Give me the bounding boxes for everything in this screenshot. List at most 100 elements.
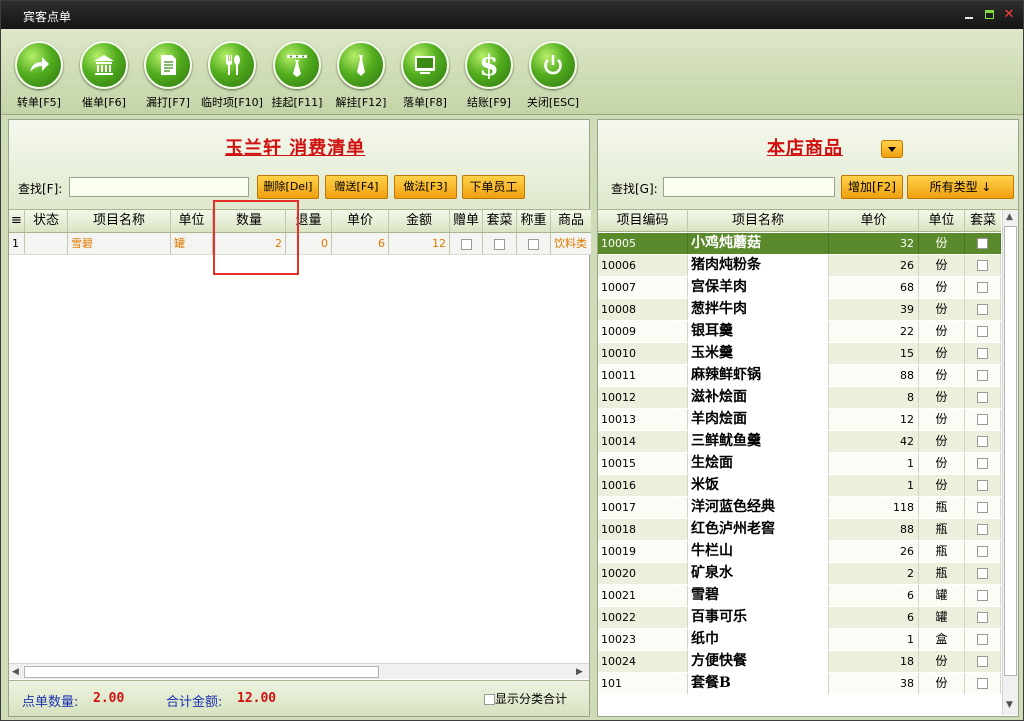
order-row[interactable]: 1 雪碧 罐 2 0 6 12 饮料类 xyxy=(9,233,591,255)
product-combo-cell xyxy=(965,497,1001,518)
place-order-button[interactable]: 落单[F8] xyxy=(393,41,457,110)
product-row[interactable]: 10021 雪碧 6 罐 xyxy=(598,585,1001,607)
product-row[interactable]: 10012 滋补烩面 8 份 xyxy=(598,387,1001,409)
product-combo-checkbox[interactable] xyxy=(977,590,988,601)
product-row[interactable]: 10015 生烩面 1 份 xyxy=(598,453,1001,475)
product-combo-cell xyxy=(965,651,1001,672)
col-product-name[interactable]: 项目名称 xyxy=(688,210,829,231)
staff-button[interactable]: 下单员工 xyxy=(462,175,525,199)
product-row[interactable]: 10017 洋河蓝色经典 118 瓶 xyxy=(598,497,1001,519)
product-code: 10021 xyxy=(598,585,688,606)
product-row[interactable]: 10020 矿泉水 2 瓶 xyxy=(598,563,1001,585)
scroll-left-icon[interactable]: ◀ xyxy=(12,667,19,677)
show-category-total-toggle[interactable]: 显示分类合计 xyxy=(484,690,567,707)
product-row[interactable]: 10022 百事可乐 6 罐 xyxy=(598,607,1001,629)
product-row[interactable]: 10008 葱拌牛肉 39 份 xyxy=(598,299,1001,321)
product-combo-checkbox[interactable] xyxy=(977,436,988,447)
col-price[interactable]: 单价 xyxy=(332,210,389,232)
product-combo-checkbox[interactable] xyxy=(977,546,988,557)
product-row[interactable]: 10010 玉米羹 15 份 xyxy=(598,343,1001,365)
product-combo-checkbox[interactable] xyxy=(977,480,988,491)
product-name: 百事可乐 xyxy=(688,607,829,628)
gift-button[interactable]: 赠送[F4] xyxy=(325,175,388,199)
delete-button[interactable]: 删除[Del] xyxy=(257,175,319,199)
product-row[interactable]: 10011 麻辣鲜虾锅 88 份 xyxy=(598,365,1001,387)
maximize-icon[interactable] xyxy=(984,9,996,21)
product-combo-checkbox[interactable] xyxy=(977,282,988,293)
scroll-up-icon[interactable]: ▲ xyxy=(1006,212,1013,222)
product-vscroll-thumb[interactable] xyxy=(1004,226,1017,676)
checkout-button[interactable]: $ 结账[F9] xyxy=(457,41,521,110)
product-combo-checkbox[interactable] xyxy=(977,370,988,381)
product-row[interactable]: 10007 宫保羊肉 68 份 xyxy=(598,277,1001,299)
transfer-button[interactable]: 转单[F5] xyxy=(7,41,71,110)
product-combo-checkbox[interactable] xyxy=(977,414,988,425)
method-button[interactable]: 做法[F3] xyxy=(394,175,457,199)
col-code[interactable]: 项目编码 xyxy=(598,210,688,231)
minimize-icon[interactable] xyxy=(963,9,975,21)
gift-checkbox[interactable] xyxy=(460,238,472,250)
col-gift[interactable]: 赠单 xyxy=(450,210,483,232)
product-name: 红色泸州老窖 xyxy=(688,519,829,540)
product-search-input[interactable] xyxy=(663,177,835,197)
missed-print-button[interactable]: 漏打[F7] xyxy=(136,41,200,110)
col-amount[interactable]: 金额 xyxy=(389,210,450,232)
order-hscrollbar[interactable]: ◀ ▶ xyxy=(9,663,589,679)
weigh-checkbox[interactable] xyxy=(528,238,539,250)
show-category-checkbox[interactable] xyxy=(484,694,495,705)
product-vscrollbar[interactable]: ▲ ▼ xyxy=(1002,210,1018,715)
temp-item-button[interactable]: 临时项[F10] xyxy=(200,41,264,110)
chevron-down-icon[interactable] xyxy=(881,140,903,158)
product-combo-checkbox[interactable] xyxy=(977,304,988,315)
power-icon xyxy=(529,41,577,89)
product-row[interactable]: 10024 方便快餐 18 份 xyxy=(598,651,1001,673)
product-combo-checkbox[interactable] xyxy=(977,260,988,271)
add-product-button[interactable]: 增加[F2] xyxy=(841,175,903,199)
product-row[interactable]: 10014 三鲜鱿鱼羹 42 份 xyxy=(598,431,1001,453)
col-status[interactable]: 状态 xyxy=(25,210,68,232)
combo-checkbox[interactable] xyxy=(494,238,505,250)
col-weigh[interactable]: 称重 xyxy=(517,210,551,232)
product-row[interactable]: 10006 猪肉炖粉条 26 份 xyxy=(598,255,1001,277)
product-combo-checkbox[interactable] xyxy=(977,524,988,535)
product-combo-checkbox[interactable] xyxy=(977,348,988,359)
hang-button[interactable]: 挂起[F11] xyxy=(265,41,329,110)
product-combo-checkbox[interactable] xyxy=(977,656,988,667)
order-hscroll-thumb[interactable] xyxy=(24,666,379,678)
product-unit: 份 xyxy=(919,409,965,430)
close-button[interactable]: 关闭[ESC] xyxy=(521,41,585,110)
product-row[interactable]: 10023 纸巾 1 盒 xyxy=(598,629,1001,651)
product-row[interactable]: 10013 羊肉烩面 12 份 xyxy=(598,409,1001,431)
col-index[interactable]: ≡ xyxy=(9,210,25,232)
product-combo-checkbox[interactable] xyxy=(977,612,988,623)
product-row[interactable]: 10009 银耳羹 22 份 xyxy=(598,321,1001,343)
product-combo-checkbox[interactable] xyxy=(977,678,988,689)
col-product-unit[interactable]: 单位 xyxy=(919,210,965,231)
close-icon[interactable]: ✕ xyxy=(1003,8,1015,21)
product-combo-checkbox[interactable] xyxy=(977,568,988,579)
col-product-price[interactable]: 单价 xyxy=(829,210,919,231)
product-combo-checkbox[interactable] xyxy=(977,392,988,403)
scroll-down-icon[interactable]: ▼ xyxy=(1006,700,1013,710)
product-combo-checkbox[interactable] xyxy=(977,634,988,645)
scroll-right-icon[interactable]: ▶ xyxy=(576,667,583,677)
col-name[interactable]: 项目名称 xyxy=(68,210,171,232)
product-combo-checkbox[interactable] xyxy=(977,458,988,469)
unhang-button[interactable]: 解挂[F12] xyxy=(329,41,393,110)
product-row-selected[interactable]: 10005 小鸡炖蘑菇 32 份 xyxy=(598,233,1001,255)
total-label: 合计金额: xyxy=(166,695,223,710)
col-combo[interactable]: 套菜 xyxy=(483,210,517,232)
col-unit[interactable]: 单位 xyxy=(171,210,213,232)
col-product-combo[interactable]: 套菜 xyxy=(965,210,1001,231)
product-combo-checkbox[interactable] xyxy=(977,238,988,249)
product-row[interactable]: 10016 米饭 1 份 xyxy=(598,475,1001,497)
col-category[interactable]: 商品 xyxy=(551,210,591,232)
product-row[interactable]: 10018 红色泸州老窖 88 瓶 xyxy=(598,519,1001,541)
product-row[interactable]: 101 套餐B 38 份 xyxy=(598,673,1001,695)
product-row[interactable]: 10019 牛栏山 26 瓶 xyxy=(598,541,1001,563)
type-filter-button[interactable]: 所有类型 ↓ xyxy=(907,175,1014,199)
order-search-input[interactable] xyxy=(69,177,249,197)
product-combo-checkbox[interactable] xyxy=(977,326,988,337)
product-combo-checkbox[interactable] xyxy=(977,502,988,513)
urge-button[interactable]: 催单[F6] xyxy=(72,41,136,110)
